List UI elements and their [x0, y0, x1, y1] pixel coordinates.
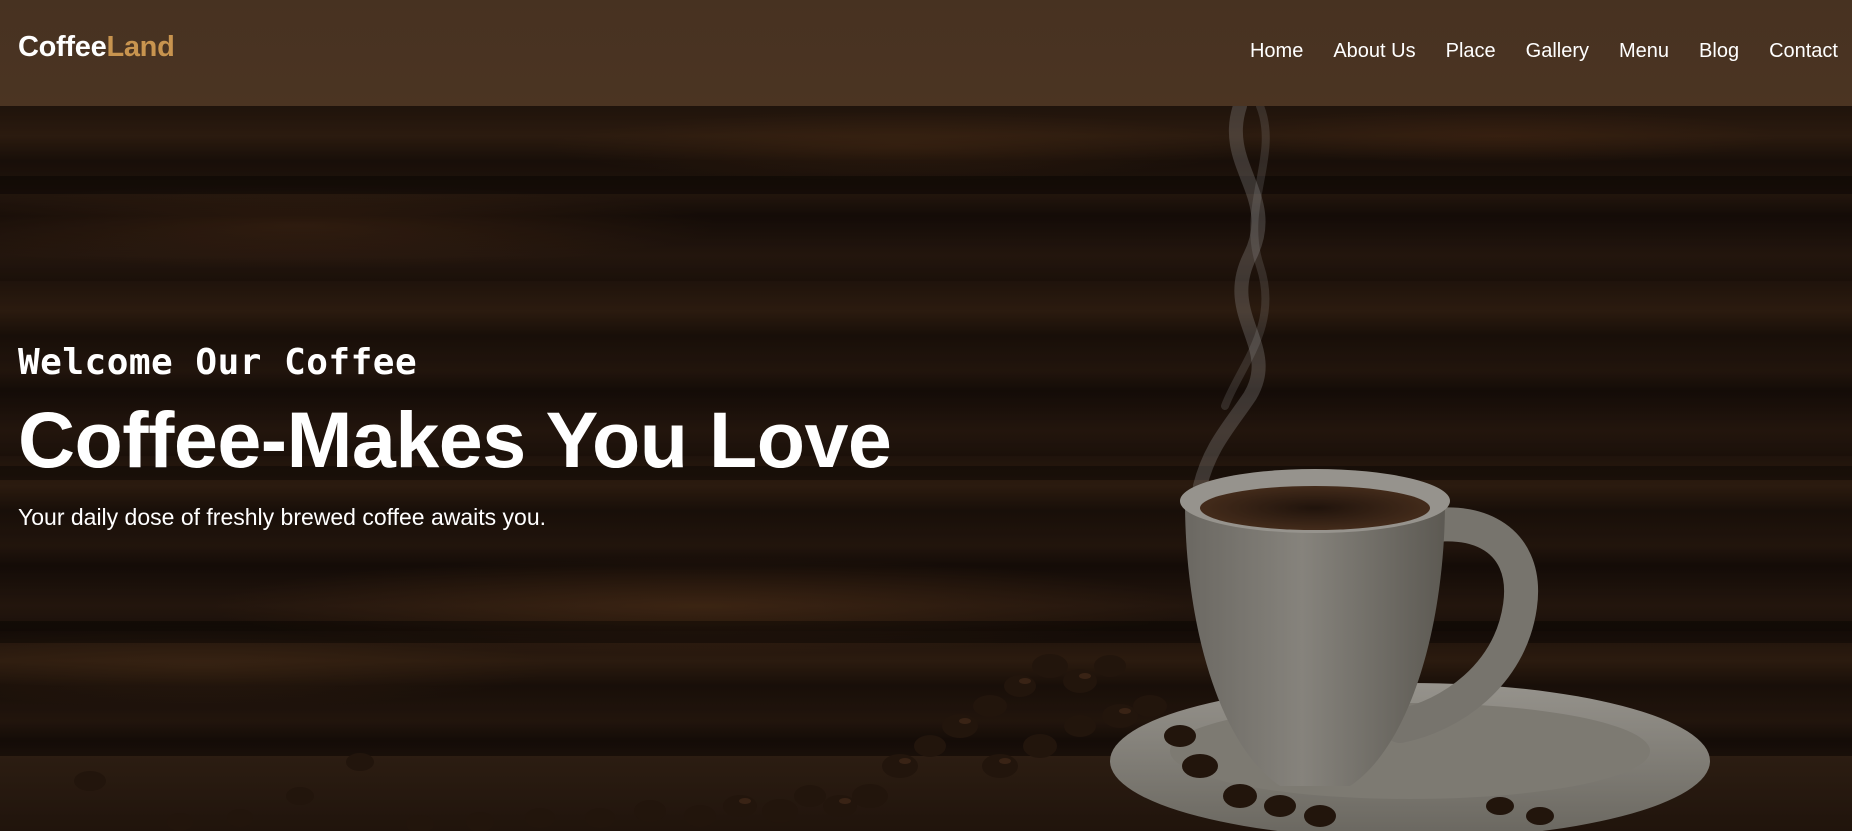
- logo[interactable]: CoffeeLand: [18, 31, 175, 64]
- hero-kicker: Welcome Our Coffee: [18, 342, 418, 383]
- hero-section: Welcome Our Coffee Coffee-Makes You Love…: [0, 106, 1852, 831]
- hero-title: Coffee-Makes You Love: [18, 395, 892, 484]
- nav-gallery[interactable]: Gallery: [1526, 40, 1589, 63]
- site-header: CoffeeLand Home About Us Place Gallery M…: [0, 0, 1852, 106]
- nav-home[interactable]: Home: [1250, 40, 1303, 63]
- main-nav: Home About Us Place Gallery Menu Blog Co…: [1250, 40, 1838, 63]
- nav-menu[interactable]: Menu: [1619, 40, 1669, 63]
- logo-text-accent: Land: [106, 31, 175, 63]
- logo-text-primary: Coffee: [18, 31, 107, 63]
- nav-about-us[interactable]: About Us: [1333, 40, 1415, 63]
- hero-text-block: Welcome Our Coffee Coffee-Makes You Love…: [18, 342, 892, 531]
- hero-subtitle: Your daily dose of freshly brewed coffee…: [18, 503, 547, 530]
- nav-contact[interactable]: Contact: [1769, 40, 1838, 63]
- nav-place[interactable]: Place: [1446, 40, 1496, 63]
- nav-blog[interactable]: Blog: [1699, 40, 1739, 63]
